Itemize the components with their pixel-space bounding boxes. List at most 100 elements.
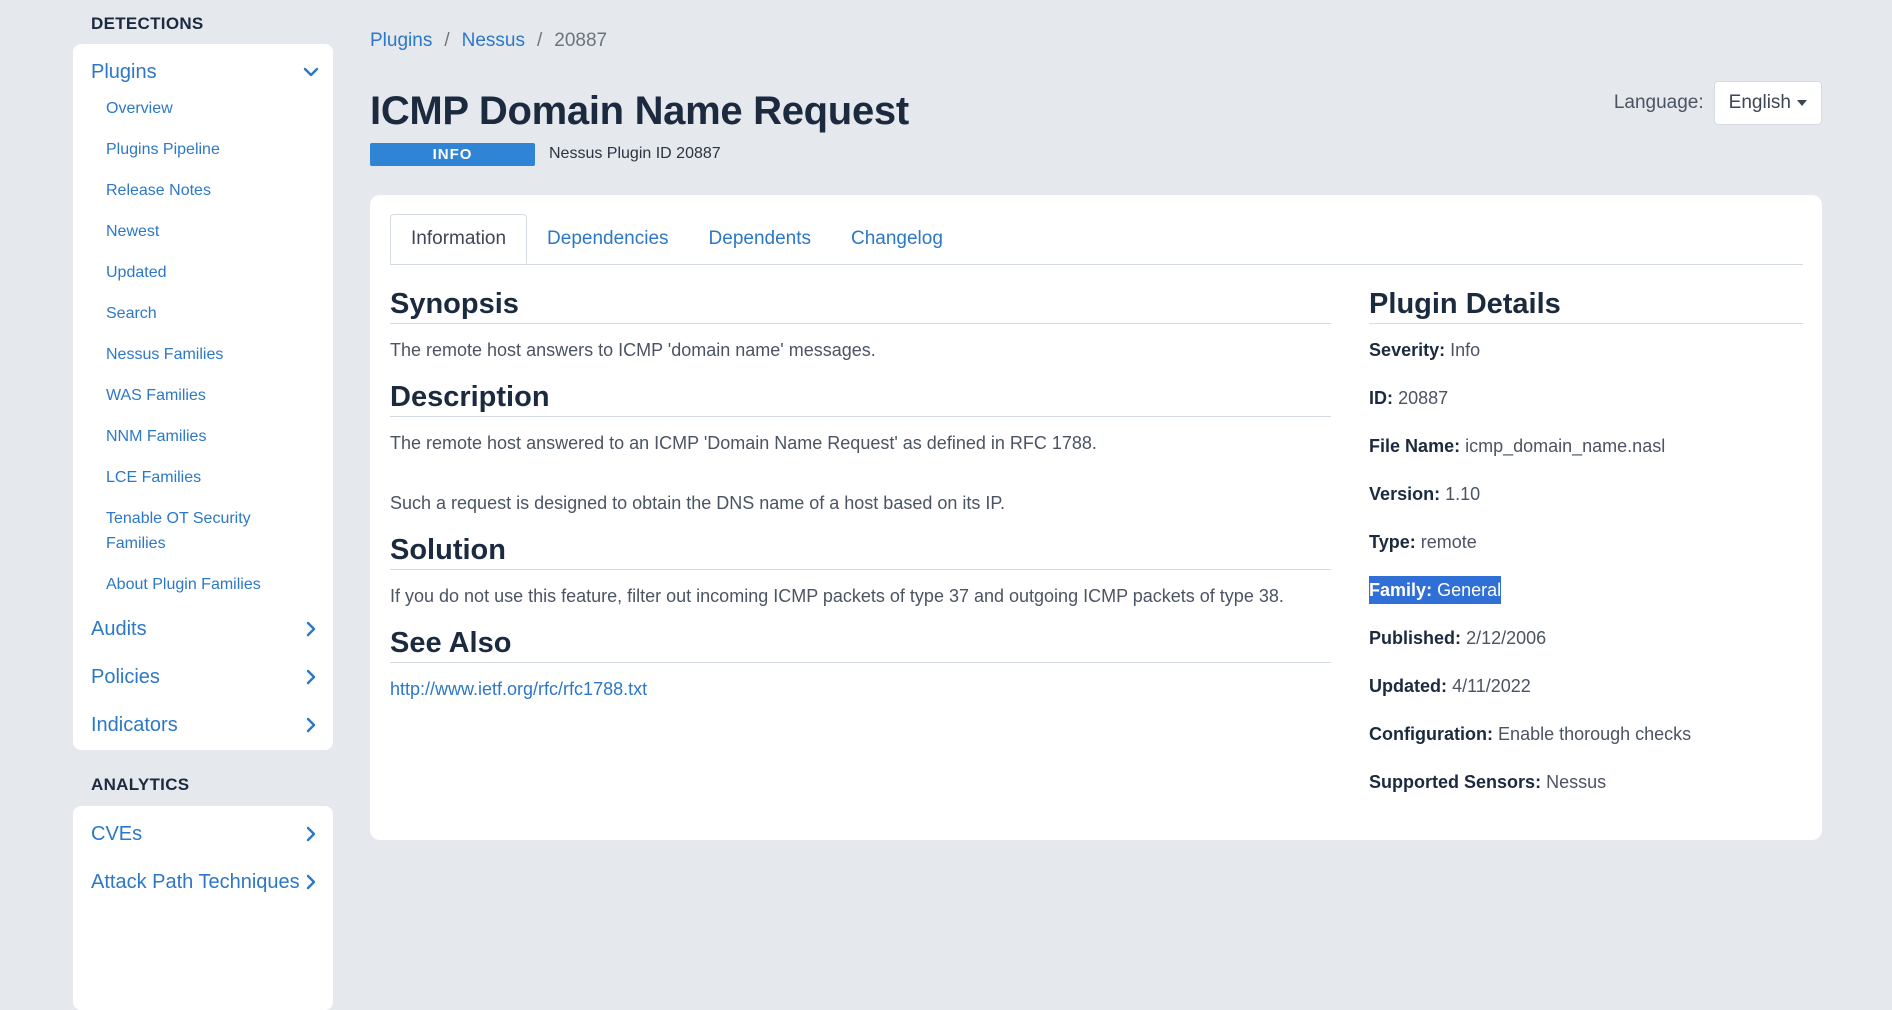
sidebar-item-label: Audits bbox=[91, 617, 147, 640]
tab-information[interactable]: Information bbox=[390, 214, 528, 264]
information-column: Synopsis The remote host answers to ICMP… bbox=[390, 265, 1332, 796]
solution-text: If you do not use this feature, filter o… bbox=[390, 586, 1284, 606]
sidebar-item-label: Policies bbox=[91, 665, 160, 688]
sidebar-item-label: CVEs bbox=[91, 822, 143, 845]
analytics-heading: ANALYTICS bbox=[91, 775, 190, 794]
sidebar-item-updated[interactable]: Updated bbox=[73, 260, 333, 285]
chevron-right-icon[interactable] bbox=[303, 669, 319, 685]
detail-key: Published: bbox=[1369, 628, 1462, 648]
language-value: English bbox=[1728, 92, 1791, 113]
detail-file-name: File Name: icmp_domain_name.nasl bbox=[1369, 432, 1803, 460]
detail-type: Type: remote bbox=[1369, 528, 1803, 556]
see-also-heading: See Also bbox=[390, 624, 1332, 663]
detail-value: icmp_domain_name.nasl bbox=[1465, 436, 1666, 456]
sidebar-item-policies[interactable]: Policies bbox=[73, 653, 333, 701]
description-heading: Description bbox=[390, 378, 1332, 417]
detections-card: Plugins Overview Plugins Pipeline Releas… bbox=[73, 44, 333, 750]
detail-family-wrapper: Family: General bbox=[1369, 576, 1803, 604]
solution-heading: Solution bbox=[390, 531, 1332, 570]
sidebar-item-label: Attack Path Techniques bbox=[91, 870, 300, 893]
tab-dependencies[interactable]: Dependencies bbox=[527, 214, 688, 264]
sidebar-item-nnm-families[interactable]: NNM Families bbox=[73, 424, 333, 449]
page-title: ICMP Domain Name Request bbox=[370, 89, 909, 133]
sidebar-item-tenable-ot-security-families[interactable]: Tenable OT Security Families bbox=[73, 506, 266, 556]
detail-value: 20887 bbox=[1398, 388, 1449, 408]
breadcrumb-plugins[interactable]: Plugins bbox=[370, 30, 432, 52]
detail-key: File Name: bbox=[1369, 436, 1461, 456]
content-card: Information Dependencies Dependents Chan… bbox=[370, 195, 1822, 840]
chevron-down-icon[interactable] bbox=[303, 64, 319, 80]
detail-key: Version: bbox=[1369, 484, 1441, 504]
sidebar-item-about-plugin-families[interactable]: About Plugin Families bbox=[73, 572, 333, 597]
sidebar-item-indicators[interactable]: Indicators bbox=[73, 701, 333, 749]
sidebar-item-plugins-pipeline[interactable]: Plugins Pipeline bbox=[73, 137, 333, 162]
tab-dependents[interactable]: Dependents bbox=[689, 214, 831, 264]
detail-value: Nessus bbox=[1546, 772, 1607, 792]
detail-value: 4/11/2022 bbox=[1452, 676, 1531, 696]
language-label: Language: bbox=[1613, 92, 1704, 113]
chevron-right-icon[interactable] bbox=[303, 826, 319, 842]
sidebar-item-newest[interactable]: Newest bbox=[73, 219, 333, 244]
detail-key: Updated: bbox=[1369, 676, 1448, 696]
breadcrumb: Plugins / Nessus / 20887 bbox=[370, 28, 1822, 54]
plugins-submenu: Overview Plugins Pipeline Release Notes … bbox=[73, 96, 333, 597]
detail-version: Version: 1.10 bbox=[1369, 480, 1803, 508]
detail-value: 1.10 bbox=[1445, 484, 1481, 504]
sidebar-item-overview[interactable]: Overview bbox=[73, 96, 333, 121]
breadcrumb-current: 20887 bbox=[554, 30, 608, 51]
sidebar-item-was-families[interactable]: WAS Families bbox=[73, 383, 333, 408]
sidebar-item-cves[interactable]: CVEs bbox=[73, 810, 333, 858]
detail-supported-sensors: Supported Sensors: Nessus bbox=[1369, 768, 1803, 796]
detail-value: General bbox=[1437, 580, 1502, 600]
tab-bar: Information Dependencies Dependents Chan… bbox=[390, 214, 1803, 265]
plugin-details-heading: Plugin Details bbox=[1369, 285, 1803, 324]
detail-configuration: Configuration: Enable thorough checks bbox=[1369, 720, 1803, 748]
content-columns: Synopsis The remote host answers to ICMP… bbox=[390, 265, 1803, 796]
breadcrumb-separator: / bbox=[536, 30, 543, 51]
analytics-card: CVEs Attack Path Techniques bbox=[73, 806, 333, 1010]
sidebar-item-lce-families[interactable]: LCE Families bbox=[73, 465, 333, 490]
sidebar-item-release-notes[interactable]: Release Notes bbox=[73, 178, 333, 203]
main-content: Plugins / Nessus / 20887 ICMP Domain Nam… bbox=[370, 0, 1822, 840]
detail-severity: Severity: Info bbox=[1369, 336, 1803, 364]
detail-family: Family: General bbox=[1369, 576, 1502, 604]
chevron-right-icon[interactable] bbox=[303, 717, 319, 733]
tab-changelog[interactable]: Changelog bbox=[831, 214, 963, 264]
sidebar-item-search[interactable]: Search bbox=[73, 301, 333, 326]
plugin-id-text: Nessus Plugin ID 20887 bbox=[549, 145, 721, 162]
detail-key: Configuration: bbox=[1369, 724, 1494, 744]
sidebar-item-attack-path-techniques[interactable]: Attack Path Techniques bbox=[73, 858, 333, 906]
chevron-right-icon[interactable] bbox=[303, 874, 319, 890]
description-text: The remote host answered to an ICMP 'Dom… bbox=[390, 433, 1097, 453]
detail-value: 2/12/2006 bbox=[1466, 628, 1547, 648]
detail-key: Supported Sensors: bbox=[1369, 772, 1542, 792]
detail-key: Severity: bbox=[1369, 340, 1446, 360]
sidebar-item-label: Indicators bbox=[91, 713, 178, 736]
severity-badge: INFO bbox=[370, 142, 535, 166]
detail-updated: Updated: 4/11/2022 bbox=[1369, 672, 1803, 700]
detail-value: Info bbox=[1450, 340, 1481, 360]
detail-value: Enable thorough checks bbox=[1498, 724, 1692, 744]
sidebar-item-nessus-families[interactable]: Nessus Families bbox=[73, 342, 333, 367]
language-selector: Language: English bbox=[1614, 81, 1822, 125]
see-also-link[interactable]: http://www.ietf.org/rfc/rfc1788.txt bbox=[390, 675, 1331, 703]
language-dropdown[interactable]: English bbox=[1713, 81, 1822, 125]
detail-id: ID: 20887 bbox=[1369, 384, 1803, 412]
sidebar-item-audits[interactable]: Audits bbox=[73, 605, 333, 653]
breadcrumb-nessus[interactable]: Nessus bbox=[462, 30, 525, 52]
breadcrumb-separator: / bbox=[444, 30, 450, 51]
title-row: ICMP Domain Name Request Language: Engli… bbox=[370, 81, 1822, 136]
synopsis-heading: Synopsis bbox=[390, 285, 1332, 324]
detail-key: Type: bbox=[1369, 532, 1416, 552]
detail-key: Family: bbox=[1369, 580, 1433, 600]
sidebar: DETECTIONS Plugins Overview Plugins Pipe… bbox=[73, 0, 333, 1010]
plugin-details-column: Plugin Details Severity: Info ID: 20887 … bbox=[1369, 265, 1803, 796]
synopsis-text: The remote host answers to ICMP 'domain … bbox=[390, 340, 876, 360]
sidebar-item-label: Plugins bbox=[91, 60, 157, 83]
detail-key: ID: bbox=[1369, 388, 1394, 408]
badge-row: INFO Nessus Plugin ID 20887 bbox=[370, 142, 1822, 166]
detail-published: Published: 2/12/2006 bbox=[1369, 624, 1803, 652]
sidebar-item-plugins[interactable]: Plugins bbox=[73, 52, 333, 92]
chevron-right-icon[interactable] bbox=[303, 621, 319, 637]
caret-down-icon bbox=[1797, 100, 1807, 106]
